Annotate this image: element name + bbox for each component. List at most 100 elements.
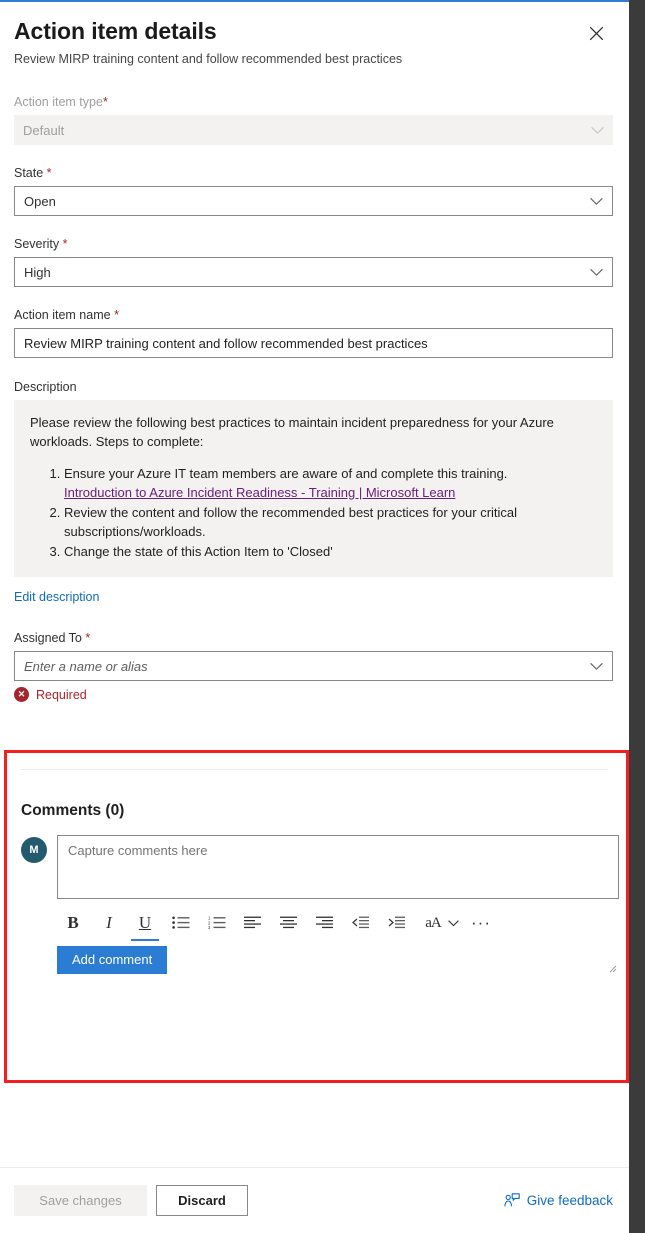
more-options-glyph: ··· bbox=[471, 913, 491, 932]
label-action-item-type: Action item type* bbox=[14, 94, 613, 110]
select-value-severity: High bbox=[24, 264, 51, 280]
field-action-item-name: Action item name * Review MIRP training … bbox=[14, 307, 613, 358]
field-assigned-to: Assigned To * Enter a name or alias ✕ Re… bbox=[14, 630, 613, 702]
discard-button[interactable]: Discard bbox=[156, 1185, 248, 1216]
more-options-icon[interactable]: ··· bbox=[463, 909, 499, 937]
align-right-icon[interactable] bbox=[307, 909, 343, 937]
assigned-to-placeholder: Enter a name or alias bbox=[24, 658, 148, 674]
chevron-down-icon bbox=[590, 265, 603, 280]
align-left-glyph bbox=[244, 916, 261, 929]
page-title: Action item details bbox=[14, 18, 217, 44]
page-subtitle: Review MIRP training content and follow … bbox=[14, 52, 403, 66]
action-item-name-value: Review MIRP training content and follow … bbox=[24, 335, 428, 351]
chevron-down-icon bbox=[591, 123, 604, 138]
italic-icon[interactable]: I bbox=[91, 909, 127, 937]
error-circle-icon: ✕ bbox=[14, 687, 29, 702]
composer-column: B I U bbox=[57, 835, 619, 974]
svg-text:3: 3 bbox=[208, 925, 211, 930]
field-state: State * Open bbox=[14, 165, 613, 216]
underline-glyph: U bbox=[138, 913, 152, 932]
decrease-indent-icon[interactable] bbox=[343, 909, 379, 937]
give-feedback-label: Give feedback bbox=[526, 1193, 613, 1208]
label-text: State bbox=[14, 166, 44, 180]
bold-icon[interactable]: B bbox=[55, 909, 91, 937]
feedback-person-icon bbox=[504, 1193, 520, 1207]
label-text: Severity bbox=[14, 237, 60, 251]
label-description: Description bbox=[14, 380, 77, 394]
comments-divider bbox=[21, 769, 608, 770]
comments-heading: Comments (0) bbox=[21, 802, 125, 819]
align-left-icon[interactable] bbox=[235, 909, 271, 937]
description-intro: Please review the following best practic… bbox=[30, 415, 554, 449]
description-box: Please review the following best practic… bbox=[14, 400, 613, 577]
increase-indent-glyph bbox=[388, 916, 405, 929]
assigned-to-validation: ✕ Required bbox=[14, 687, 613, 702]
page-background-strip bbox=[629, 0, 645, 1233]
decrease-indent-glyph bbox=[352, 916, 369, 929]
comment-composer: M B I U bbox=[21, 835, 619, 974]
select-state[interactable]: Open bbox=[14, 186, 613, 216]
font-size-glyph: aA bbox=[425, 914, 441, 931]
panel-header-text: Action item details Review MIRP training… bbox=[14, 16, 402, 68]
blade-container: Action item details Review MIRP training… bbox=[0, 2, 629, 1233]
label-text: Assigned To bbox=[14, 631, 82, 645]
align-center-glyph bbox=[280, 916, 297, 929]
bulleted-list-icon[interactable] bbox=[163, 909, 199, 937]
formatting-toolbar: B I U 1 2 3 aA ··· bbox=[55, 909, 619, 941]
label-assigned-to: Assigned To * bbox=[14, 630, 613, 646]
label-state: State * bbox=[14, 165, 613, 181]
azure-incident-readiness-training-link[interactable]: Introduction to Azure Incident Readiness… bbox=[64, 485, 455, 500]
close-button[interactable] bbox=[581, 18, 611, 48]
font-size-icon[interactable]: aA bbox=[415, 909, 451, 937]
increase-indent-icon[interactable] bbox=[379, 909, 415, 937]
required-marker: * bbox=[114, 308, 119, 322]
assigned-to-error-text: Required bbox=[36, 687, 87, 702]
select-severity[interactable]: High bbox=[14, 257, 613, 287]
align-right-glyph bbox=[316, 916, 333, 929]
align-center-icon[interactable] bbox=[271, 909, 307, 937]
comments-section-highlight: Comments (0) M B I U bbox=[4, 750, 629, 1083]
label-action-item-name: Action item name * bbox=[14, 307, 613, 323]
label-severity: Severity * bbox=[14, 236, 613, 252]
chevron-down-icon bbox=[590, 194, 603, 209]
assigned-to-picker[interactable]: Enter a name or alias bbox=[14, 651, 613, 681]
required-marker: * bbox=[46, 166, 52, 180]
underline-icon[interactable]: U bbox=[127, 909, 163, 941]
give-feedback-link[interactable]: Give feedback bbox=[504, 1193, 613, 1208]
label-text: Action item name bbox=[14, 308, 111, 322]
select-value-state: Open bbox=[24, 193, 56, 209]
resize-grip-icon bbox=[609, 965, 617, 973]
field-description: Description Please review the following … bbox=[14, 380, 613, 606]
action-item-name-input[interactable]: Review MIRP training content and follow … bbox=[14, 328, 613, 358]
field-action-item-type: Action item type* Default bbox=[14, 94, 613, 145]
close-icon bbox=[589, 26, 603, 40]
add-comment-button[interactable]: Add comment bbox=[57, 946, 168, 974]
numbered-list-icon[interactable]: 1 2 3 bbox=[199, 909, 235, 937]
label-text: Action item type bbox=[14, 95, 103, 109]
comment-input[interactable] bbox=[57, 835, 619, 899]
bold-glyph: B bbox=[67, 913, 79, 932]
description-step-text: Change the state of this Action Item to … bbox=[64, 544, 333, 559]
numbered-list-glyph: 1 2 3 bbox=[208, 916, 226, 930]
action-item-details-panel: Action item details Review MIRP training… bbox=[0, 0, 645, 1233]
field-severity: Severity * High bbox=[14, 236, 613, 287]
description-step: Ensure your Azure IT team members are aw… bbox=[64, 464, 597, 502]
description-steps: Ensure your Azure IT team members are aw… bbox=[30, 464, 597, 561]
select-value-action-item-type: Default bbox=[23, 122, 65, 138]
avatar: M bbox=[21, 837, 47, 863]
save-changes-button[interactable]: Save changes bbox=[14, 1185, 147, 1216]
description-step: Change the state of this Action Item to … bbox=[64, 542, 597, 561]
comments-section: Comments (0) M B I U bbox=[7, 753, 626, 1080]
chevron-down-icon bbox=[590, 659, 603, 674]
bulleted-list-glyph bbox=[172, 916, 190, 929]
italic-glyph: I bbox=[106, 913, 112, 932]
description-step-text: Ensure your Azure IT team members are aw… bbox=[64, 466, 508, 481]
select-action-item-type: Default bbox=[14, 115, 613, 145]
required-marker: * bbox=[62, 237, 68, 251]
description-step-text: Review the content and follow the recomm… bbox=[64, 505, 518, 539]
panel-footer: Save changes Discard Give feedback bbox=[0, 1167, 629, 1233]
required-marker: * bbox=[102, 95, 108, 109]
edit-description-link[interactable]: Edit description bbox=[14, 590, 99, 604]
required-marker: * bbox=[85, 631, 91, 645]
panel-header: Action item details Review MIRP training… bbox=[14, 16, 613, 68]
